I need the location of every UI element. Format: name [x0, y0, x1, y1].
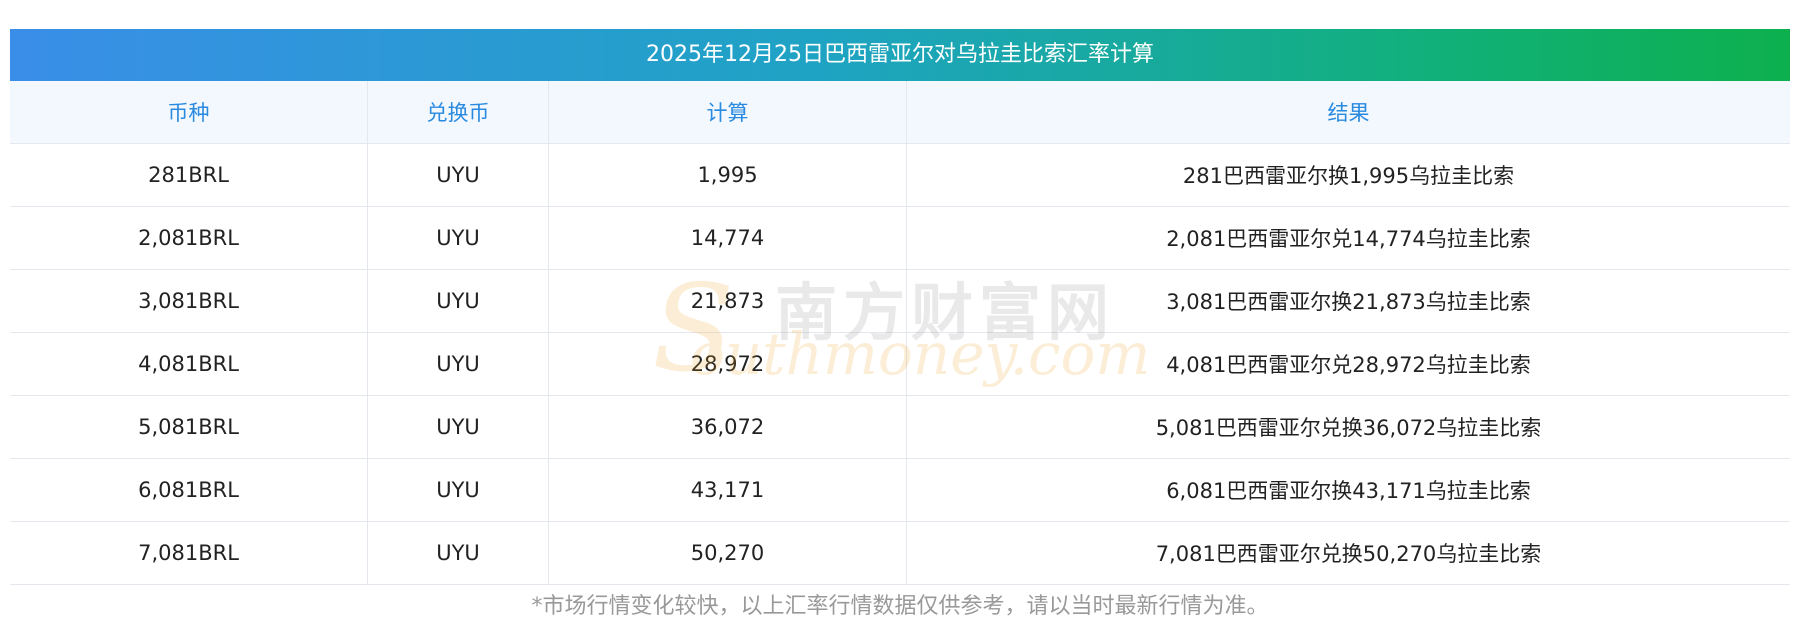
cell-calc: 21,873	[548, 269, 907, 333]
cell-result: 3,081巴西雷亚尔换21,873乌拉圭比索	[906, 269, 1790, 333]
header-calc: 计算	[548, 81, 907, 144]
rate-table-container: 2025年12月25日巴西雷亚尔对乌拉圭比索汇率计算 币种 兑换币 计算 结果 …	[10, 29, 1790, 585]
table-row: 2,081BRL UYU 14,774 2,081巴西雷亚尔兑14,774乌拉圭…	[10, 206, 1790, 270]
cell-currency: 281BRL	[10, 143, 368, 207]
cell-result: 2,081巴西雷亚尔兑14,774乌拉圭比索	[906, 206, 1790, 270]
cell-exchange: UYU	[367, 143, 549, 207]
header-currency: 币种	[10, 81, 368, 144]
cell-exchange: UYU	[367, 521, 549, 585]
table-row: 281BRL UYU 1,995 281巴西雷亚尔换1,995乌拉圭比索	[10, 143, 1790, 207]
cell-currency: 2,081BRL	[10, 206, 368, 270]
cell-exchange: UYU	[367, 395, 549, 459]
cell-result: 4,081巴西雷亚尔兑28,972乌拉圭比索	[906, 332, 1790, 396]
table-row: 3,081BRL UYU 21,873 3,081巴西雷亚尔换21,873乌拉圭…	[10, 269, 1790, 333]
cell-exchange: UYU	[367, 458, 549, 522]
cell-currency: 4,081BRL	[10, 332, 368, 396]
table-row: 4,081BRL UYU 28,972 4,081巴西雷亚尔兑28,972乌拉圭…	[10, 332, 1790, 396]
cell-currency: 7,081BRL	[10, 521, 368, 585]
table-row: 5,081BRL UYU 36,072 5,081巴西雷亚尔兑换36,072乌拉…	[10, 395, 1790, 459]
cell-exchange: UYU	[367, 332, 549, 396]
cell-result: 7,081巴西雷亚尔兑换50,270乌拉圭比索	[906, 521, 1790, 585]
header-result: 结果	[906, 81, 1790, 144]
table-header-row: 币种 兑换币 计算 结果	[10, 81, 1790, 144]
cell-calc: 1,995	[548, 143, 907, 207]
cell-calc: 43,171	[548, 458, 907, 522]
cell-currency: 3,081BRL	[10, 269, 368, 333]
cell-result: 5,081巴西雷亚尔兑换36,072乌拉圭比索	[906, 395, 1790, 459]
cell-calc: 36,072	[548, 395, 907, 459]
table-row: 7,081BRL UYU 50,270 7,081巴西雷亚尔兑换50,270乌拉…	[10, 521, 1790, 585]
cell-exchange: UYU	[367, 206, 549, 270]
cell-currency: 6,081BRL	[10, 458, 368, 522]
header-exchange: 兑换币	[367, 81, 549, 144]
table-title: 2025年12月25日巴西雷亚尔对乌拉圭比索汇率计算	[10, 29, 1790, 81]
cell-calc: 14,774	[548, 206, 907, 270]
cell-calc: 28,972	[548, 332, 907, 396]
table-row: 6,081BRL UYU 43,171 6,081巴西雷亚尔换43,171乌拉圭…	[10, 458, 1790, 522]
cell-exchange: UYU	[367, 269, 549, 333]
cell-result: 281巴西雷亚尔换1,995乌拉圭比索	[906, 143, 1790, 207]
rate-table: 币种 兑换币 计算 结果 281BRL UYU 1,995 281巴西雷亚尔换1…	[10, 81, 1790, 585]
cell-calc: 50,270	[548, 521, 907, 585]
disclaimer-note: *市场行情变化较快，以上汇率行情数据仅供参考，请以当时最新行情为准。	[531, 594, 1269, 619]
cell-result: 6,081巴西雷亚尔换43,171乌拉圭比索	[906, 458, 1790, 522]
cell-currency: 5,081BRL	[10, 395, 368, 459]
